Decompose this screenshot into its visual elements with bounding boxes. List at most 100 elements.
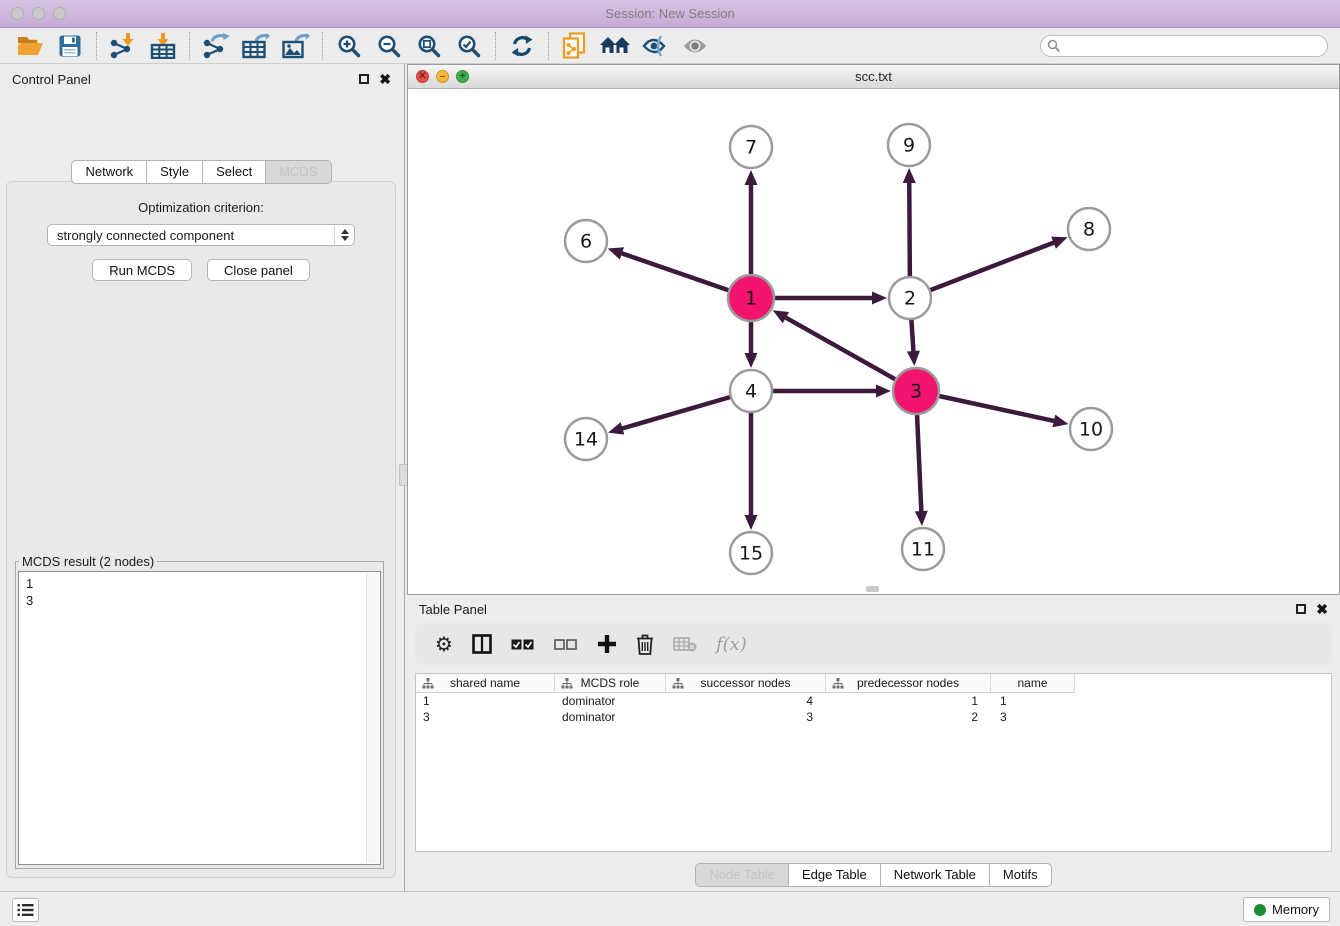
toolbar-separator xyxy=(322,32,323,60)
criterion-select[interactable]: strongly connected component xyxy=(47,224,355,246)
column-header-mcds-role[interactable]: MCDS role xyxy=(555,674,666,693)
graph-edge-1-6[interactable] xyxy=(619,252,729,290)
network-maximize-button[interactable]: + xyxy=(456,70,469,83)
result-scrollbar[interactable] xyxy=(366,573,379,863)
eye-icon xyxy=(681,35,709,57)
window-minimize-button[interactable] xyxy=(32,7,45,20)
graph-node-14[interactable]: 14 xyxy=(565,418,607,460)
tab-network[interactable]: Network xyxy=(71,160,147,184)
control-panel-title: Control Panel xyxy=(12,72,91,87)
tab-mcds[interactable]: MCDS xyxy=(266,160,331,184)
graph-node-8[interactable]: 8 xyxy=(1068,208,1110,250)
network-window-titlebar: ✕ – + scc.txt xyxy=(408,65,1339,89)
mcds-result-text[interactable]: 1 3 xyxy=(18,571,381,865)
export-network-button[interactable] xyxy=(196,31,236,61)
svg-text:11: 11 xyxy=(911,539,935,561)
tab-network-table[interactable]: Network Table xyxy=(881,863,990,887)
open-file-button[interactable] xyxy=(10,31,50,61)
memory-button[interactable]: Memory xyxy=(1243,897,1330,922)
unselect-all-columns-button[interactable] xyxy=(554,638,578,651)
create-column-button[interactable] xyxy=(597,634,617,654)
task-history-button[interactable] xyxy=(12,898,39,922)
table-settings-button[interactable]: ⚙ xyxy=(435,634,453,654)
network-close-button[interactable]: ✕ xyxy=(416,70,429,83)
close-table-panel-icon[interactable]: ✖ xyxy=(1316,604,1328,614)
tab-node-table[interactable]: Node Table xyxy=(695,863,789,887)
zoom-selected-button[interactable] xyxy=(449,31,489,61)
zoom-fit-button[interactable] xyxy=(409,31,449,61)
gear-icon: ⚙ xyxy=(435,634,453,654)
import-network-button[interactable] xyxy=(103,31,143,61)
graph-edge-2-9[interactable] xyxy=(909,180,910,277)
run-mcds-button[interactable]: Run MCDS xyxy=(92,259,192,281)
graph-node-2[interactable]: 2 xyxy=(889,277,931,319)
edge-arrowhead xyxy=(608,247,624,259)
column-header-name[interactable]: name xyxy=(991,674,1075,693)
show-all-button[interactable] xyxy=(675,31,715,61)
import-network-icon xyxy=(109,33,137,59)
save-session-button[interactable] xyxy=(50,31,90,61)
new-network-from-selection-button[interactable] xyxy=(555,31,595,61)
tab-edge-table[interactable]: Edge Table xyxy=(789,863,881,887)
edge-arrowhead xyxy=(745,170,758,185)
network-canvas[interactable]: 1 2 3 4 6 7 8 9 10 11 14 15 xyxy=(408,89,1339,594)
graph-node-15[interactable]: 15 xyxy=(730,532,772,574)
svg-text:2: 2 xyxy=(904,288,916,310)
birdseye-view-button[interactable] xyxy=(595,31,635,61)
table-row[interactable]: 1 dominator 4 1 1 xyxy=(416,693,1331,709)
graph-node-3[interactable]: 3 xyxy=(893,368,939,414)
column-header-successor-nodes[interactable]: successor nodes xyxy=(666,674,826,693)
float-table-panel-icon[interactable] xyxy=(1296,604,1306,614)
search-icon xyxy=(1047,39,1061,53)
apply-layout-button[interactable] xyxy=(502,31,542,61)
graph-node-10[interactable]: 10 xyxy=(1070,408,1112,450)
app-title: Session: New Session xyxy=(605,6,734,21)
graph-node-9[interactable]: 9 xyxy=(888,124,930,166)
float-panel-icon[interactable] xyxy=(359,74,369,84)
hide-selected-button[interactable] xyxy=(635,31,675,61)
tree-icon xyxy=(422,678,434,689)
export-image-button[interactable] xyxy=(276,31,316,61)
graph-node-1[interactable]: 1 xyxy=(728,275,774,321)
export-table-button[interactable] xyxy=(236,31,276,61)
graph-edge-3-1[interactable] xyxy=(783,316,896,380)
columns-icon xyxy=(472,634,492,654)
graph-edge-3-11[interactable] xyxy=(917,414,921,514)
select-all-columns-button[interactable] xyxy=(511,638,535,651)
window-close-button[interactable] xyxy=(11,7,24,20)
memory-status-icon xyxy=(1254,904,1266,916)
network-window: ✕ – + scc.txt 1 2 3 4 6 7 8 9 10 11 14 15 xyxy=(407,64,1340,595)
column-header-shared-name[interactable]: shared name xyxy=(416,674,555,693)
optimization-criterion-label: Optimization criterion: xyxy=(7,200,395,215)
column-header-predecessor-nodes[interactable]: predecessor nodes xyxy=(826,674,991,693)
network-resize-handle[interactable] xyxy=(866,586,879,592)
close-panel-button[interactable]: Close panel xyxy=(207,259,310,281)
window-maximize-button[interactable] xyxy=(53,7,66,20)
graph-edge-2-3[interactable] xyxy=(911,319,913,354)
delete-column-button[interactable] xyxy=(636,634,654,655)
graph-edge-2-8[interactable] xyxy=(930,242,1057,291)
unchecked-boxes-icon xyxy=(554,638,578,651)
show-columns-button[interactable] xyxy=(472,634,492,654)
zoom-out-button[interactable] xyxy=(369,31,409,61)
network-minimize-button[interactable]: – xyxy=(436,70,449,83)
tab-select[interactable]: Select xyxy=(203,160,266,184)
graph-node-7[interactable]: 7 xyxy=(730,126,772,168)
tab-style[interactable]: Style xyxy=(147,160,203,184)
zoom-in-icon xyxy=(337,34,361,58)
graph-edge-3-10[interactable] xyxy=(938,396,1056,422)
import-table-button[interactable] xyxy=(143,31,183,61)
table-row[interactable]: 3 dominator 3 2 3 xyxy=(416,709,1331,725)
search-input[interactable] xyxy=(1040,35,1328,57)
table-panel: Table Panel ✖ ⚙ xyxy=(407,597,1340,890)
close-panel-icon[interactable]: ✖ xyxy=(379,74,391,84)
svg-text:15: 15 xyxy=(739,543,763,565)
graph-edge-4-14[interactable] xyxy=(620,397,731,429)
edge-arrowhead xyxy=(608,422,624,434)
tab-motifs[interactable]: Motifs xyxy=(990,863,1052,887)
zoom-in-button[interactable] xyxy=(329,31,369,61)
graph-node-4[interactable]: 4 xyxy=(730,370,772,412)
control-panel-tabs: Network Style Select MCDS xyxy=(0,160,403,184)
graph-node-11[interactable]: 11 xyxy=(902,528,944,570)
graph-node-6[interactable]: 6 xyxy=(565,220,607,262)
